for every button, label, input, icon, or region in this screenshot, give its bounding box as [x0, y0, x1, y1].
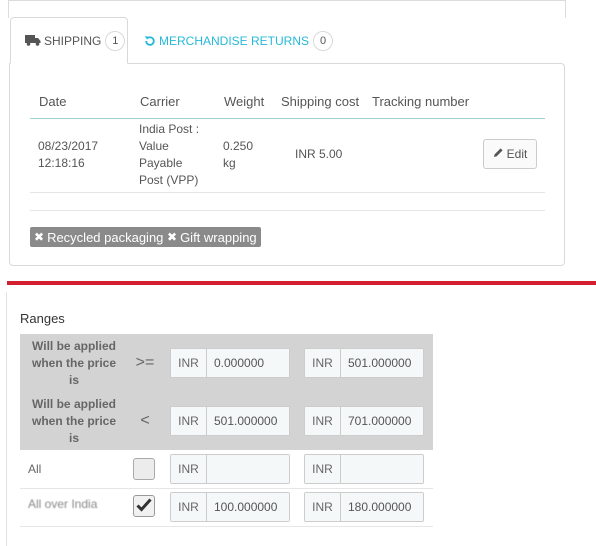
col-tracking-number: Tracking number [372, 94, 470, 109]
operator-lt: < [140, 412, 150, 429]
tag-label: Gift wrapping [180, 229, 257, 245]
input-value: 100.000000 [207, 493, 289, 521]
top-border [8, 0, 566, 1]
input-value [207, 455, 289, 483]
tab-shipping-label: SHIPPING [44, 33, 102, 48]
top-border-left [8, 0, 9, 18]
ranges-title: Ranges [20, 311, 65, 326]
date-cell: 08/23/2017 12:18:16 [38, 138, 98, 172]
refresh-icon [144, 35, 156, 47]
label-line: is [68, 373, 79, 387]
range-from-input[interactable]: INR 501.000000 [304, 348, 424, 378]
tab-shipping[interactable]: SHIPPING 1 [10, 17, 128, 64]
currency-addon: INR [171, 455, 207, 483]
range-to-input[interactable]: INR 701.000000 [304, 406, 424, 436]
remove-icon: ✖ [34, 230, 45, 244]
remove-icon: ✖ [167, 230, 178, 244]
operator-gte: >= [135, 354, 155, 371]
edit-button[interactable]: Edit [483, 139, 537, 169]
tag-gift-wrapping: ✖ Gift wrapping [163, 227, 261, 247]
currency-addon: INR [305, 349, 341, 377]
col-shipping-cost: Shipping cost [281, 94, 360, 109]
tab-merchandise-returns[interactable]: MERCHANDISE RETURNS 0 [144, 17, 334, 64]
label-line: when the price [31, 414, 117, 428]
all-zones-checkbox[interactable] [133, 458, 155, 480]
checkmark-icon [136, 497, 152, 515]
tab-returns-count: 0 [313, 30, 334, 51]
label-line: when the price [31, 356, 117, 370]
top-border-right [565, 0, 566, 18]
row-divider [30, 192, 545, 193]
col-date: Date [39, 94, 67, 109]
shipping-panel: Date Carrier Weight Shipping cost Tracki… [9, 63, 565, 266]
edit-label: Edit [506, 147, 528, 161]
label-line: Will be applied [32, 397, 116, 411]
tab-returns-label: MERCHANDISE RETURNS [159, 33, 310, 48]
label-line: Will be applied [32, 339, 116, 353]
currency-addon: INR [171, 407, 207, 435]
weight-value: 0.250 [223, 139, 254, 153]
range-to-input[interactable]: INR 501.000000 [170, 406, 290, 436]
shipping-cost-cell: INR 5.00 [295, 147, 343, 161]
tag-recycled-packaging: ✖ Recycled packaging [30, 227, 168, 247]
table-header-divider [30, 118, 545, 119]
input-value: 501.000000 [341, 349, 423, 377]
all-zones-price-input[interactable]: INR [170, 454, 290, 484]
currency-addon: INR [305, 493, 341, 521]
all-zones-label: All [28, 462, 42, 476]
input-value [341, 455, 423, 483]
currency-addon: INR [305, 455, 341, 483]
carrier-line: Payable [139, 156, 183, 170]
input-value: 0.000000 [207, 349, 289, 377]
row-divider [30, 210, 545, 211]
carrier-line: Value [139, 139, 169, 153]
currency-addon: INR [171, 349, 207, 377]
time-value: 12:18:16 [38, 156, 85, 170]
zone-checkbox[interactable] [133, 495, 155, 517]
input-value: 501.000000 [207, 407, 289, 435]
zone-price-input[interactable]: INR 100.000000 [170, 492, 290, 522]
tab-shipping-count: 1 [105, 30, 126, 51]
input-value: 180.000000 [341, 493, 423, 521]
all-zones-price-input[interactable]: INR [304, 454, 424, 484]
zone-price-input[interactable]: INR 180.000000 [304, 492, 424, 522]
order-tabs: SHIPPING 1 MERCHANDISE RETURNS 0 [10, 17, 565, 64]
date-value: 08/23/2017 [38, 139, 99, 153]
row-divider [20, 526, 433, 527]
input-value: 701.000000 [341, 407, 423, 435]
col-weight: Weight [224, 94, 265, 109]
row-divider [20, 488, 433, 489]
label-line: is [68, 431, 79, 445]
ranges-left-border [6, 292, 7, 546]
section-divider [7, 281, 596, 285]
currency-addon: INR [171, 493, 207, 521]
currency-addon: INR [305, 407, 341, 435]
range-from-input[interactable]: INR 0.000000 [170, 348, 290, 378]
weight-cell: 0.250 kg [223, 138, 253, 172]
range-condition-label: Will be applied when the price is [20, 396, 128, 447]
tag-label: Recycled packaging [47, 229, 164, 245]
carrier-cell: India Post : Value Payable Post (VPP) [139, 121, 199, 189]
range-condition-label: Will be applied when the price is [20, 338, 128, 389]
carrier-line: India Post : [139, 122, 200, 136]
carrier-line: Post (VPP) [139, 173, 199, 187]
col-carrier: Carrier [140, 94, 180, 109]
truck-icon [25, 35, 41, 46]
weight-unit: kg [223, 156, 236, 170]
zone-label: All over India [28, 497, 98, 511]
pencil-icon [493, 147, 504, 161]
